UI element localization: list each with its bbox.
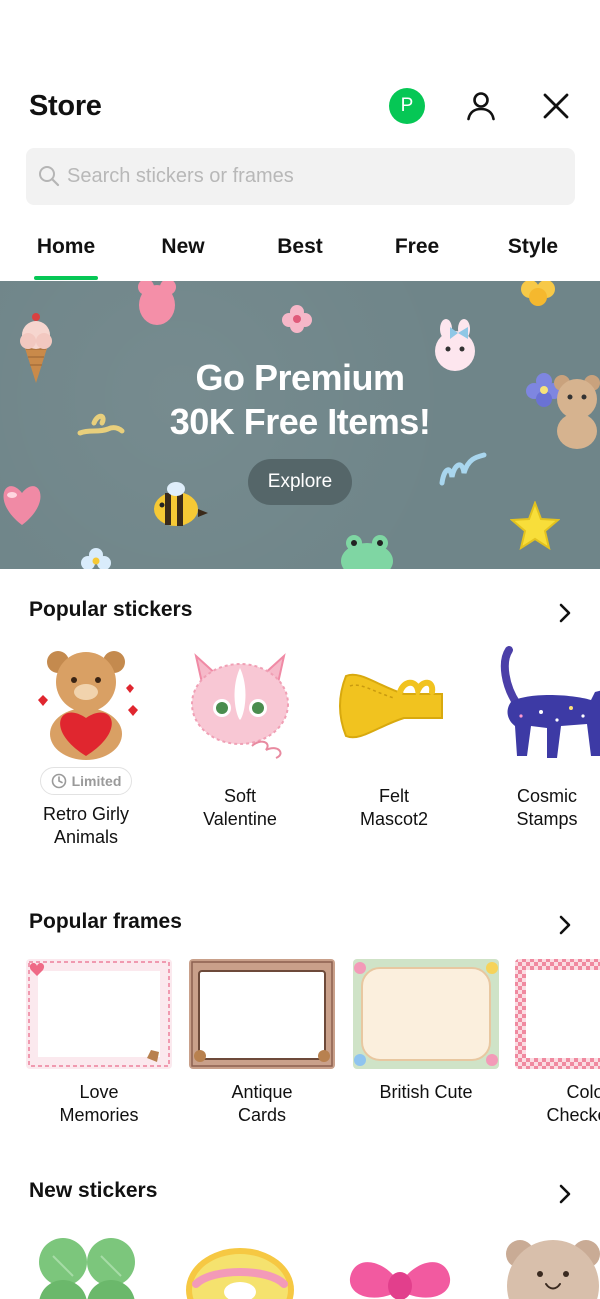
limited-badge: Limited: [39, 767, 133, 795]
person-icon: [467, 92, 495, 121]
chevron-right-icon[interactable]: [555, 602, 575, 624]
frame-name: Love Memories: [25, 1081, 173, 1127]
sticker-name-line2: Mascot2: [359, 809, 429, 829]
star-icon: [510, 501, 560, 551]
sticker-name: Retro Girly Animals: [20, 803, 152, 849]
popular-stickers-header[interactable]: Popular stickers: [0, 598, 600, 628]
frame-name-line1: British Cute: [379, 1082, 473, 1102]
section-title: Popular frames: [29, 910, 182, 933]
frame-name: Color Checker F: [514, 1081, 600, 1127]
sticker-item[interactable]: [182, 1244, 298, 1299]
floral-frame-image: [353, 959, 499, 1069]
sticker-name-line1: Cosmic: [516, 786, 577, 806]
heart-lace-frame-image: [26, 959, 172, 1069]
sticker-item[interactable]: Cosmic Stamps: [488, 646, 600, 831]
search-input[interactable]: [67, 148, 567, 205]
frame-item[interactable]: Color Checker F: [514, 958, 600, 1127]
frame-item[interactable]: British Cute: [352, 958, 500, 1104]
section-title: Popular stickers: [29, 598, 193, 621]
tab-label: New: [161, 235, 205, 258]
pink-bow-sticker-image: [349, 1262, 451, 1299]
frame-item[interactable]: Love Memories: [25, 958, 173, 1127]
premium-banner[interactable]: Go Premium 30K Free Items! Explore: [0, 281, 600, 569]
tab-label: Style: [507, 235, 559, 258]
heart-icon: [3, 486, 41, 525]
gummy-bear-icon: [138, 281, 176, 325]
active-tab-indicator: [34, 276, 98, 280]
tab-style[interactable]: Style: [503, 222, 563, 280]
frame-name-line1: Color: [566, 1082, 600, 1102]
popular-frames-header[interactable]: Popular frames: [0, 910, 600, 940]
donut-sticker-image: [186, 1248, 294, 1299]
sticker-item[interactable]: [500, 1236, 600, 1299]
chevron-right-icon[interactable]: [555, 914, 575, 936]
sticker-item[interactable]: Soft Valentine: [180, 646, 300, 831]
sticker-item[interactable]: Limited Retro Girly Animals: [20, 646, 152, 849]
store-header: Store P: [0, 84, 600, 130]
flower-icon: [282, 305, 312, 333]
frame-name-line2: Memories: [59, 1105, 139, 1125]
checker-frame-image: [515, 959, 600, 1069]
new-stickers-header[interactable]: New stickers: [0, 1179, 600, 1209]
felt-horn-sticker-image: [339, 673, 443, 739]
banner-headline-line1: Go Premium: [195, 357, 405, 398]
sticker-item[interactable]: [32, 1236, 142, 1299]
frame-name-line2: Checker F: [546, 1105, 600, 1125]
profile-button[interactable]: [463, 88, 499, 124]
chevron-right-icon[interactable]: [555, 1183, 575, 1205]
page-title: Store: [29, 90, 102, 122]
tab-best[interactable]: Best: [270, 222, 330, 280]
sticker-name-line1: Soft: [223, 786, 257, 806]
frog-icon: [341, 535, 393, 569]
cosmic-cat-sticker-image: [500, 646, 600, 758]
tab-label: Home: [36, 235, 96, 258]
tab-free[interactable]: Free: [387, 222, 447, 280]
sticker-item[interactable]: Felt Mascot2: [334, 646, 454, 831]
search-bar[interactable]: [26, 148, 575, 205]
frame-item-clip: Color Checker F: [514, 958, 600, 1127]
yellow-flower-icon: [521, 281, 555, 306]
bear-heart-sticker-image: [38, 651, 138, 760]
frame-name: British Cute: [352, 1081, 500, 1104]
frame-name-line1: Love: [79, 1082, 119, 1102]
section-title: New stickers: [29, 1179, 158, 1202]
premium-badge[interactable]: P: [389, 88, 425, 124]
frame-item[interactable]: Antique Cards: [188, 958, 336, 1127]
sticker-name-line1: Retro Girly: [42, 804, 129, 824]
tab-label: Best: [277, 235, 323, 258]
sticker-name: Soft Valentine: [180, 785, 300, 831]
sticker-name: Felt Mascot2: [334, 785, 454, 831]
bear-face-sticker-image: [506, 1240, 600, 1299]
small-flower-icon: [81, 548, 111, 569]
sticker-item[interactable]: [344, 1248, 456, 1299]
tab-new[interactable]: New: [153, 222, 213, 280]
sticker-name-line2: Valentine: [203, 809, 277, 829]
close-button[interactable]: [538, 88, 574, 124]
sticker-name-line2: Stamps: [516, 809, 578, 829]
frame-name-line2: Cards: [237, 1105, 286, 1125]
clover-sticker-image: [39, 1238, 135, 1299]
pink-cat-sticker-image: [191, 653, 289, 759]
frame-name: Antique Cards: [188, 1081, 336, 1127]
tab-home[interactable]: Home: [34, 222, 98, 280]
swirl-icon: [439, 452, 487, 486]
search-icon: [39, 166, 60, 187]
sticker-name-line1: Felt: [378, 786, 409, 806]
banner-headline-line2: 30K Free Items!: [169, 401, 431, 442]
bee-icon: [154, 482, 208, 526]
limited-label: Limited: [71, 773, 122, 789]
antique-frame-image: [189, 959, 335, 1069]
explore-button[interactable]: Explore: [248, 459, 352, 505]
close-icon: [543, 93, 569, 119]
tab-label: Free: [394, 235, 440, 258]
sticker-name-line2: Animals: [53, 827, 119, 847]
sticker-name: Cosmic Stamps: [488, 785, 600, 831]
tab-bar: Home New Best Free Style: [0, 222, 600, 282]
frame-name-line1: Antique: [231, 1082, 293, 1102]
clock-icon: [51, 773, 66, 789]
